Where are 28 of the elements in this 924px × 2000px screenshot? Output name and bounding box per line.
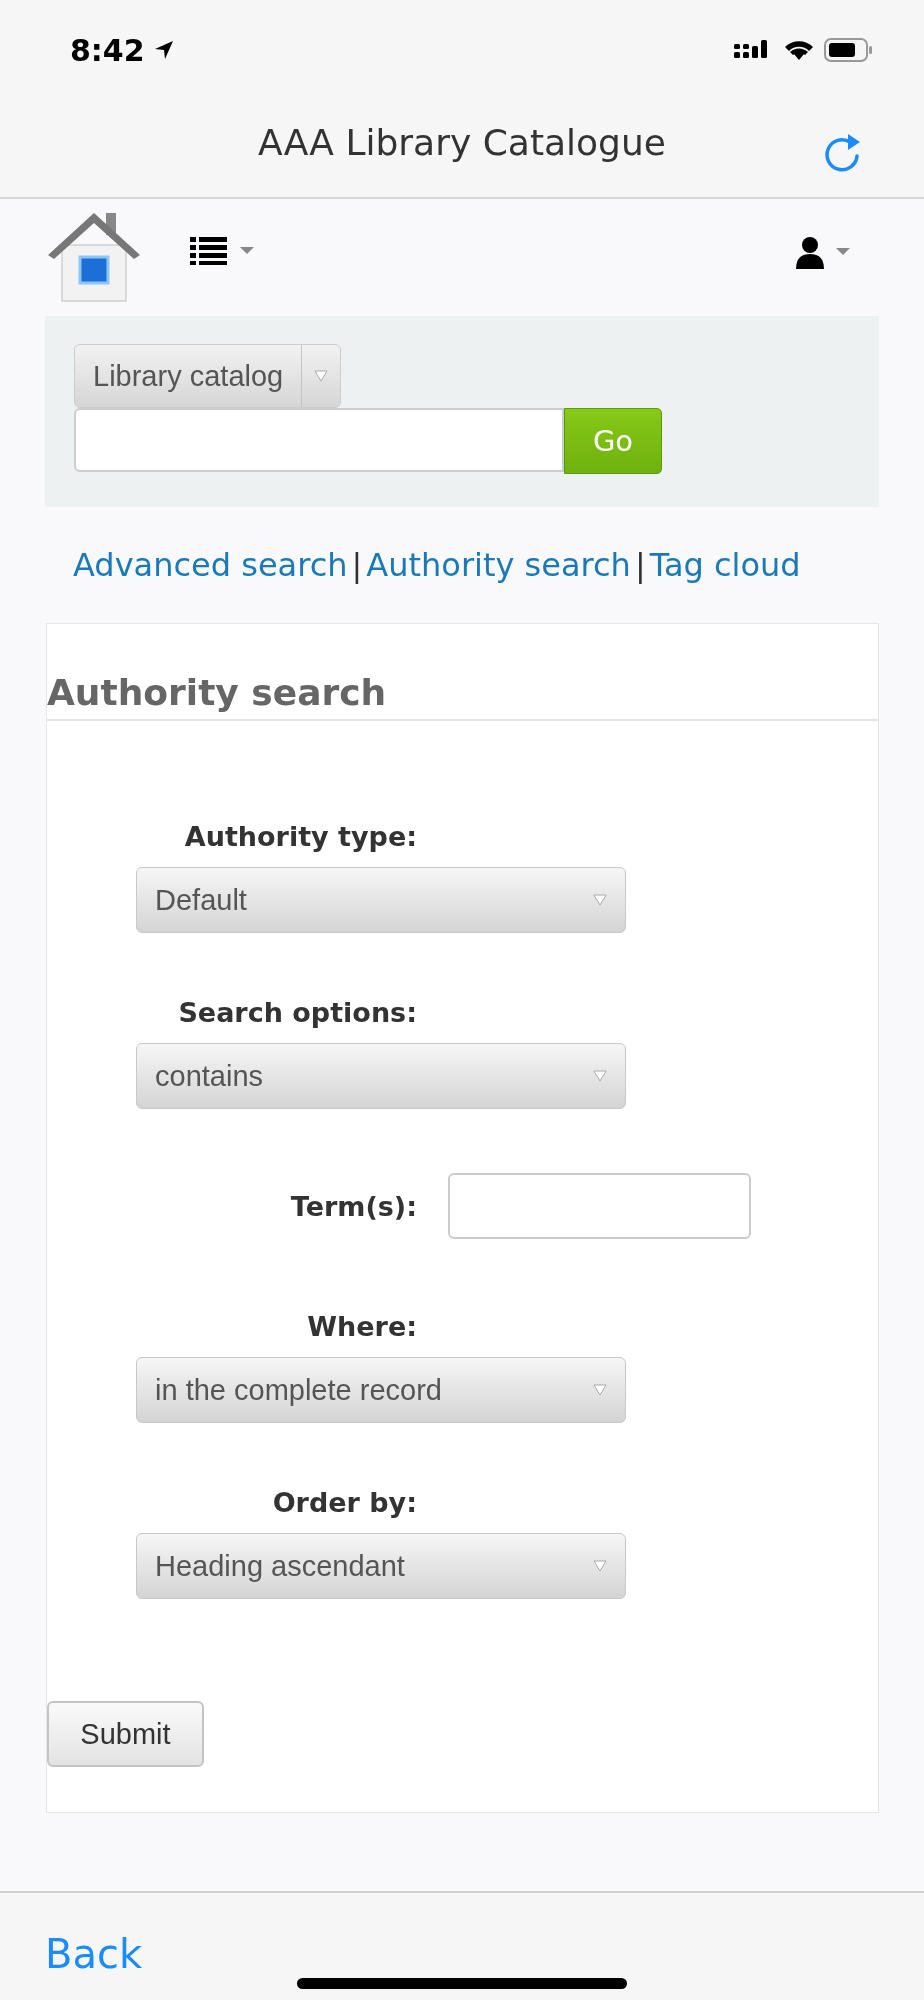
field-label: Search options: [177, 997, 417, 1028]
status-time: 8:42 [70, 32, 145, 68]
dropdown-arrow-icon [593, 1560, 607, 1572]
back-link[interactable]: Back [45, 1931, 143, 1977]
submit-button[interactable]: Submit [47, 1701, 204, 1767]
panel-heading: Authority search [47, 671, 388, 715]
page-title: AAA Library Catalogue [258, 122, 666, 163]
dropdown-select[interactable]: Default [136, 867, 626, 933]
link-separator: | [351, 546, 363, 584]
dropdown-arrow-icon [314, 370, 329, 382]
search-field[interactable] [74, 408, 564, 472]
battery-icon [824, 37, 874, 63]
dropdown-arrow-icon [593, 1384, 607, 1396]
input-field[interactable] [448, 1173, 751, 1239]
nav-link[interactable]: Advanced search [73, 546, 348, 584]
dropdown-select[interactable]: Heading ascendant [136, 1533, 626, 1599]
link-separator: | [634, 546, 646, 584]
dropdown-select[interactable]: in the complete record [136, 1357, 626, 1423]
field-label: Term(s): [289, 1190, 417, 1222]
dropdown-select[interactable]: contains [136, 1043, 626, 1109]
dropdown-arrow-icon [593, 1070, 607, 1082]
nav-link[interactable]: Authority search [366, 546, 631, 584]
dropdown-arrow-icon [593, 894, 607, 906]
scope-select[interactable]: Library catalog [74, 344, 342, 408]
field-label: Authority type: [183, 821, 417, 852]
nav-link[interactable]: Tag cloud [649, 546, 801, 584]
field-label: Order by: [271, 1487, 417, 1518]
field-label: Where: [306, 1311, 417, 1342]
